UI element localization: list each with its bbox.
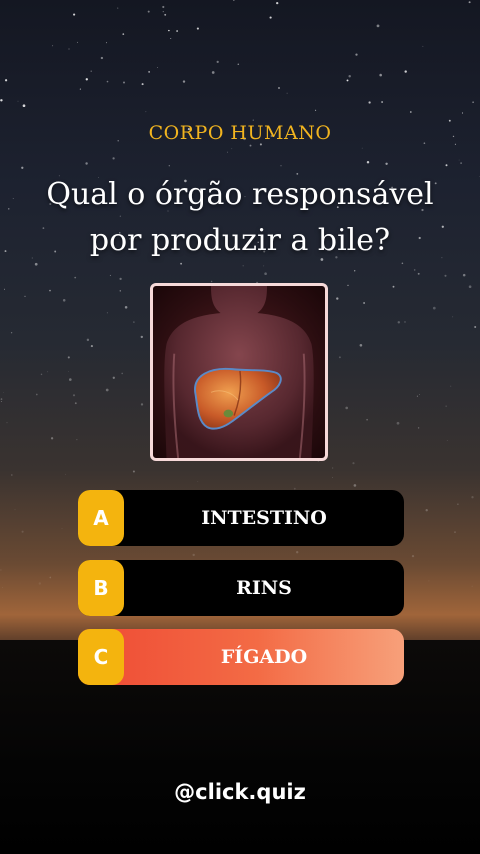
option-c-button[interactable]: C FÍGADO (78, 629, 404, 685)
quiz-question: Qual o órgão responsável por produzir a … (20, 172, 460, 264)
quiz-category: CORPO HUMANO (148, 122, 332, 144)
option-b-label: RINS (236, 577, 292, 599)
option-a-button[interactable]: A INTESTINO (78, 490, 404, 546)
option-b-button[interactable]: B RINS (78, 560, 404, 616)
question-line-2: por produzir a bile? (89, 223, 391, 258)
option-a-label: INTESTINO (201, 507, 327, 529)
liver-anatomy-icon (164, 286, 314, 458)
option-b-letter: B (78, 560, 124, 616)
question-image (150, 283, 328, 461)
option-c-label: FÍGADO (220, 646, 308, 668)
footer-handle: @click.quiz (174, 780, 306, 804)
option-a-letter: A (78, 490, 124, 546)
option-c-letter: C (78, 629, 124, 685)
question-line-1: Qual o órgão responsável (46, 177, 434, 212)
